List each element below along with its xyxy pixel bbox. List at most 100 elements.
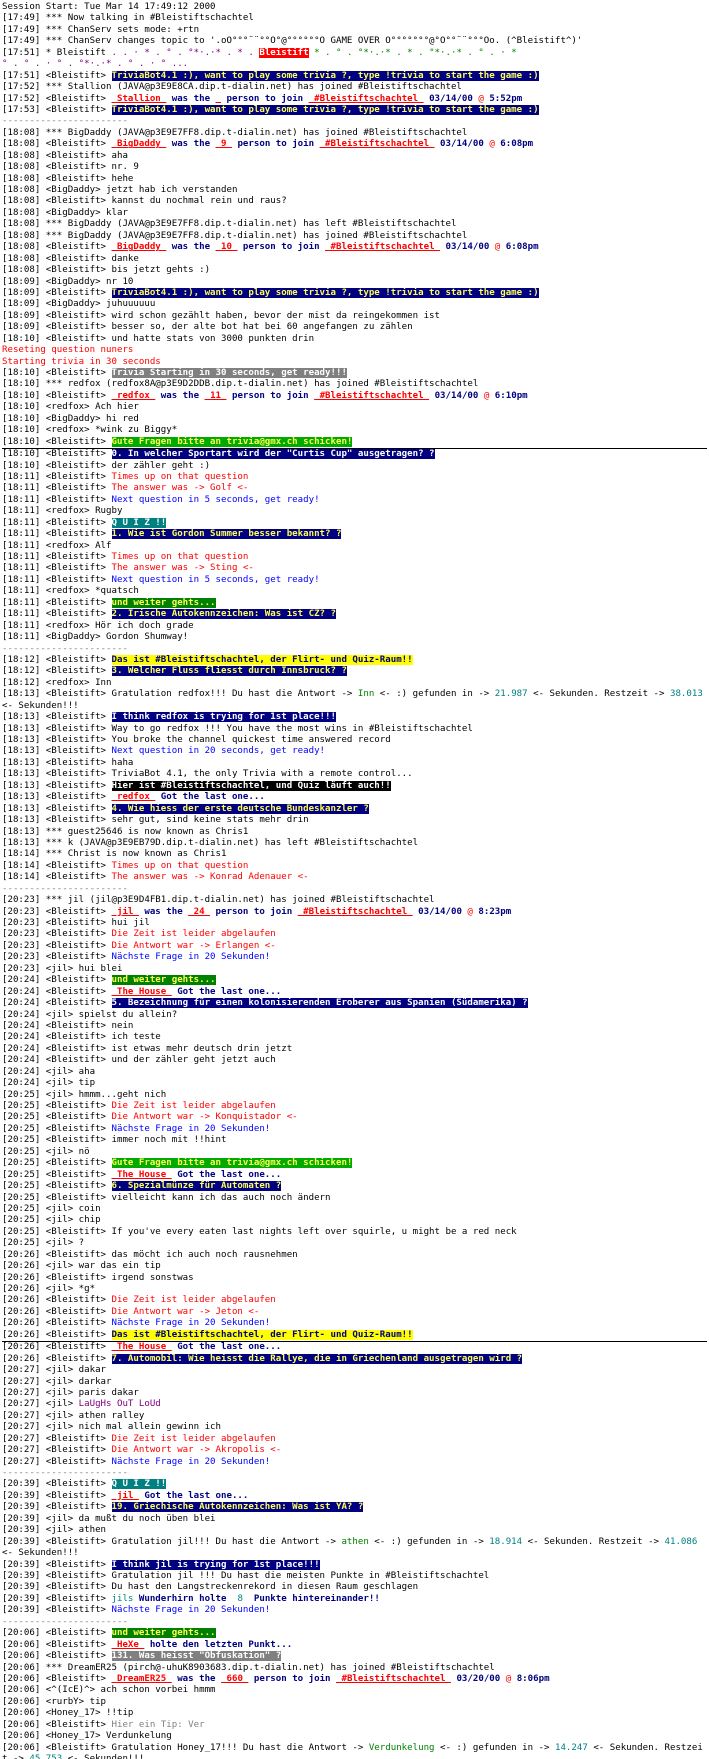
log-segment: #Bleistiftschachtel <box>297 906 413 917</box>
log-text: ----------------------- <box>2 643 128 654</box>
log-line: [20:25] <jil> nö <box>2 1147 707 1158</box>
log-segment: Die Antwort war -> Jeton <- <box>111 1306 260 1317</box>
log-segment: 21.987 <box>494 689 528 700</box>
log-line: [18:09] <BigDaddy> nr 10 <box>2 277 707 288</box>
log-text: [20:24] <Bleistift> ist etwas mehr deuts… <box>2 1043 293 1054</box>
log-segment: [20:23] <Bleistift> <box>2 940 112 951</box>
log-segment: person to join <box>226 390 315 401</box>
log-text: [18:11] <redfox> Hör ich doch grade <box>2 620 194 631</box>
log-segment: TriviaBot4.1 :), want to play some trivi… <box>111 104 539 115</box>
log-segment: [18:11] <Bleistift> <box>2 494 112 505</box>
log-text: [17:49] *** ChanServ changes topic to '.… <box>2 36 583 47</box>
log-segment: Wunderhirn holte <box>133 1593 232 1604</box>
log-segment: 131. Was heisst "Obfuskation" ? <box>111 1651 282 1662</box>
log-segment: #Bleistiftschachtel <box>319 139 435 150</box>
log-line: [20:24] <jil> aha <box>2 1067 707 1078</box>
log-line: [18:10] <Bleistift> redfox was the 11 pe… <box>2 391 707 402</box>
log-segment: [18:11] <Bleistift> <box>2 563 112 574</box>
log-segment: [18:13] <Bleistift> Gratulation redfox!!… <box>2 689 358 700</box>
log-segment: I think jil is trying for 1st place!!! <box>111 1559 320 1570</box>
log-segment: [20:26] <Bleistift> <box>2 1295 112 1306</box>
log-line: [18:13] <Bleistift> sehr gut, sind keine… <box>2 815 707 826</box>
log-line: [20:06] *** DreamER25 (pirch@-uhuK890368… <box>2 1663 707 1674</box>
log-text: Session Start: Tue Mar 14 17:49:12 2000 <box>2 2 216 12</box>
log-segment: redfox <box>111 390 156 401</box>
log-segment: [20:24] <Bleistift> <box>2 998 112 1009</box>
log-segment: <- :) gefunden in -> <box>368 1536 490 1547</box>
log-segment: [18:08] <Bleistift> <box>2 242 112 253</box>
log-text: [18:14] *** Christ is now known as Chris… <box>2 849 227 860</box>
log-line: [18:10] <Bleistift> der zähler geht :) <box>2 461 707 472</box>
log-segment: [20:27] <Bleistift> <box>2 1433 112 1444</box>
log-segment: #Bleistiftschachtel <box>325 242 441 253</box>
log-segment: [20:26] <Bleistift> <box>2 1306 112 1317</box>
log-segment: Punkte hintereinander!! <box>248 1593 380 1604</box>
log-line: [20:24] <Bleistift> nein <box>2 1021 707 1032</box>
log-line: [20:39] <Bleistift> jils Wunderhirn holt… <box>2 1594 707 1605</box>
log-segment: [20:27] <Bleistift> <box>2 1456 112 1467</box>
log-line: [18:08] <Bleistift> BigDaddy was the 9 p… <box>2 139 707 150</box>
log-segment: 6. Spezialmünze für Automaten ? <box>111 1181 282 1192</box>
log-segment: [20:39] <Bleistift> Gratulation jil!!! D… <box>2 1536 342 1547</box>
log-line: [18:08] <BigDaddy> klar <box>2 208 707 219</box>
log-text: [20:06] <^(IcE)^> ach schon vorbei hmmm <box>2 1685 216 1696</box>
log-segment: [20:39] <Bleistift> <box>2 1479 112 1490</box>
log-segment: BigDaddy <box>111 139 167 150</box>
log-line: [20:39] <Bleistift> Gratulation jil !!! … <box>2 1571 707 1582</box>
log-segment: 45.753 <box>29 1754 62 1759</box>
log-line: [20:27] <jil> nich mal allein gewinn ich <box>2 1422 707 1433</box>
log-segment: was the <box>166 93 216 104</box>
log-segment: Das ist #Bleistiftschachtel, der Flirt- … <box>111 1329 413 1340</box>
log-line: [18:14] <Bleistift> Times up on that que… <box>2 861 707 872</box>
log-segment: LaUgHs OuT LoUd <box>78 1399 161 1410</box>
log-segment: Trivia Starting in 30 seconds, get ready… <box>111 368 347 378</box>
log-segment: [20:06] <Bleistift> <box>2 1628 112 1639</box>
log-line: [20:06] <Honey_17> Verdunkelung <box>2 1731 707 1742</box>
log-text: [17:49] *** Now talking in #Bleistiftsch… <box>2 13 254 24</box>
log-segment: 24 <box>188 906 211 917</box>
log-segment: TriviaBot4.1 :), want to play some trivi… <box>111 70 539 81</box>
log-line: [20:23] <Bleistift> Die Zeit ist leider … <box>2 929 707 940</box>
log-segment: was the <box>166 139 216 150</box>
log-line: [18:08] <Bleistift> danke <box>2 254 707 265</box>
log-segment: [18:10] <Bleistift> <box>2 449 112 460</box>
log-line: [20:27] <Bleistift> Nächste Frage in 20 … <box>2 1457 707 1468</box>
log-segment: 10 <box>215 242 238 253</box>
log-segment: [18:11] <Bleistift> <box>2 574 112 585</box>
log-line: [18:11] <Bleistift> und weiter gehts... <box>2 597 707 609</box>
log-segment: [20:27] <jil> <box>2 1399 79 1410</box>
log-line: [20:25] <jil> chip <box>2 1215 707 1226</box>
log-line: Starting trivia in 30 seconds <box>2 357 707 368</box>
log-segment: Next question in 5 seconds, get ready! <box>111 574 320 585</box>
log-text: [18:13] *** k (JAVA@p3E9EB79D.dip.t-dial… <box>2 837 419 848</box>
log-segment: [17:51] * Bleistift <box>2 47 112 58</box>
log-line: [18:10] <redfox> Ach hier <box>2 402 707 413</box>
log-line: [18:11] <redfox> Hör ich doch grade <box>2 621 707 632</box>
log-line: [18:08] <Bleistift> bis jetzt gehts :) <box>2 265 707 276</box>
log-segment: und weiter gehts... <box>111 597 216 608</box>
log-line: [18:11] <Bleistift> Times up on that que… <box>2 552 707 563</box>
log-line: [18:11] <Bleistift> 2. Irische Autokennz… <box>2 609 707 620</box>
log-segment: Got the last one... <box>138 1490 249 1501</box>
log-text: [18:08] *** BigDaddy (JAVA@p3E9E7FF8.dip… <box>2 219 457 230</box>
log-text: [18:10] <BigDaddy> hi red <box>2 413 139 424</box>
log-line: [20:39] <Bleistift> Q U I Z !! <box>2 1479 707 1490</box>
log-text: [20:24] <jil> aha <box>2 1066 96 1077</box>
log-text: [18:11] <redfox> Rugby <box>2 506 123 517</box>
log-line: ----------------------- <box>2 116 707 127</box>
log-text: [18:11] <redfox> Alf <box>2 540 112 551</box>
log-text: [20:23] <jil> hui blei <box>2 963 123 974</box>
log-segment: was the <box>138 906 189 917</box>
log-segment: 8 <box>231 1593 249 1604</box>
log-line: [20:39] <jil> da mußt du noch üben blei <box>2 1514 707 1525</box>
log-text: [20:25] <jil> coin <box>2 1203 101 1214</box>
log-text: [18:10] *** redfox (redfox8A@p3E9D2DDB.d… <box>2 379 479 390</box>
log-segment: Got the last one... <box>155 792 265 803</box>
log-segment: [20:06] <Bleistift> <box>2 1673 112 1684</box>
log-segment: Inn <box>357 689 375 700</box>
log-segment: [18:09] <Bleistift> <box>2 287 112 298</box>
log-line: [18:11] <redfox> Alf <box>2 541 707 552</box>
log-text: [20:39] <Bleistift> Gratulation jil !!! … <box>2 1571 490 1581</box>
log-segment: 03/14/00 <box>423 93 479 104</box>
log-segment: Hier ein Tip: Ver <box>111 1719 205 1730</box>
